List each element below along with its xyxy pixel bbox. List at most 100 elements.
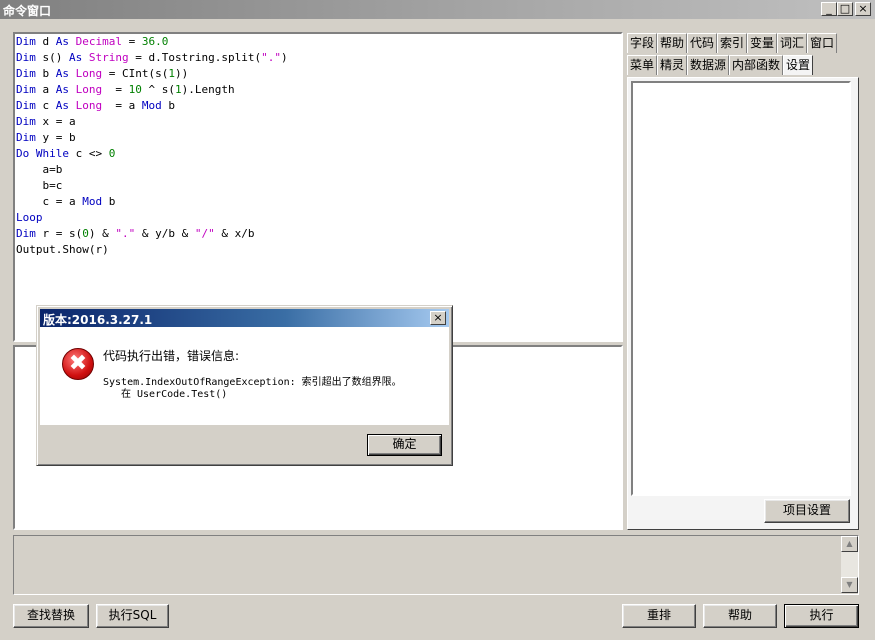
code-token: )) (174, 67, 189, 80)
code-token: Decimal (75, 35, 122, 48)
tab-index[interactable]: 索引 (717, 33, 748, 53)
tab-window[interactable]: 窗口 (807, 33, 838, 53)
code-token: b=c (16, 179, 63, 192)
code-token: As (55, 83, 76, 96)
tab-builtin-functions[interactable]: 内部函数 (729, 55, 784, 75)
code-token: 0 (108, 147, 116, 160)
code-token: = a (102, 99, 142, 112)
tab-fields[interactable]: 字段 (627, 33, 658, 53)
code-token: = (102, 83, 129, 96)
rearrange-button[interactable]: 重排 (622, 604, 696, 628)
code-token: Dim (16, 131, 43, 144)
code-token: Dim (16, 83, 43, 96)
code-token: = d.Tostring.split( (128, 51, 262, 64)
code-token: 0 (82, 227, 89, 240)
error-icon: ✖ (62, 348, 94, 380)
code-token: b (102, 195, 116, 208)
code-line[interactable]: c = a Mod b (16, 194, 115, 210)
code-line[interactable]: Dim r = s(0) & "." & y/b & "/" & x/b (16, 226, 254, 242)
minimize-button[interactable]: _ (821, 2, 837, 16)
tab-code[interactable]: 代码 (687, 33, 718, 53)
tab-help[interactable]: 帮助 (657, 33, 688, 53)
code-token: Mod (141, 99, 162, 112)
dialog-titlebar[interactable]: 版本:2016.3.27.1 × (40, 309, 449, 327)
code-token: d (42, 35, 56, 48)
project-settings-button[interactable]: 项目设置 (764, 499, 850, 523)
help-button[interactable]: 帮助 (703, 604, 777, 628)
code-line[interactable]: Dim c As Long = a Mod b (16, 98, 175, 114)
code-token: As (55, 67, 76, 80)
scroll-up-icon[interactable]: ▲ (841, 536, 858, 552)
code-line[interactable]: Output.Show(r) (16, 242, 109, 258)
code-token: s() (42, 51, 69, 64)
code-token: Long (75, 67, 103, 80)
code-token: r = s( (42, 227, 83, 240)
tab-wizard[interactable]: 精灵 (657, 55, 688, 75)
code-token: Loop (16, 211, 43, 224)
code-token: & y/b & (135, 227, 195, 240)
code-token: Long (75, 83, 103, 96)
code-line[interactable]: Dim a As Long = 10 ^ s(1).Length (16, 82, 235, 98)
settings-list[interactable] (631, 81, 851, 496)
code-line[interactable]: Loop (16, 210, 43, 226)
error-message-title: 代码执行出错，错误信息: (103, 349, 240, 363)
code-token: = CInt(s( (102, 67, 169, 80)
code-line[interactable]: Do While c <> 0 (16, 146, 115, 162)
code-token: 1 (168, 67, 175, 80)
code-token: "." (115, 227, 136, 240)
code-line[interactable]: Dim x = a (16, 114, 76, 130)
scroll-down-icon[interactable]: ▼ (841, 577, 858, 593)
message-scrollbar[interactable]: ▲ ▼ (841, 536, 858, 593)
tab-vocabulary[interactable]: 词汇 (777, 33, 808, 53)
code-token: As (55, 99, 76, 112)
code-token: 1 (175, 83, 182, 96)
message-box[interactable] (13, 535, 859, 595)
code-token: y = b (42, 131, 76, 144)
code-line[interactable]: Dim y = b (16, 130, 76, 146)
code-token: ) (280, 51, 288, 64)
close-button[interactable]: × (855, 2, 871, 16)
run-sql-button[interactable]: 执行SQL (96, 604, 169, 628)
tab-menu[interactable]: 菜单 (627, 55, 658, 75)
tab-variables[interactable]: 变量 (747, 33, 778, 53)
code-line[interactable]: Dim s() As String = d.Tostring.split("."… (16, 50, 288, 66)
execute-button[interactable]: 执行 (784, 604, 859, 628)
code-editor[interactable]: Dim d As Decimal = 36.0 Dim s() As String… (15, 34, 621, 340)
error-icon-glyph: ✖ (68, 351, 88, 376)
code-token: x = a (42, 115, 76, 128)
dialog-body: ✖ 代码执行出错，错误信息: System.IndexOutOfRangeExc… (40, 327, 449, 425)
code-token: ) & (88, 227, 116, 240)
code-token: Dim (16, 35, 43, 48)
dialog-close-button[interactable]: × (430, 311, 446, 325)
code-token: 36.0 (141, 35, 169, 48)
code-token: a (42, 83, 56, 96)
code-token: As (55, 35, 76, 48)
code-token: Dim (16, 99, 43, 112)
code-token: & x/b (214, 227, 255, 240)
code-token: c (42, 99, 56, 112)
code-token: ).Length (181, 83, 235, 96)
code-token: "." (261, 51, 281, 64)
code-token: Dim (16, 67, 43, 80)
find-replace-button[interactable]: 查找替换 (13, 604, 89, 628)
code-token: Mod (82, 195, 103, 208)
window-titlebar[interactable]: 命令窗口 _ □ × (0, 0, 875, 19)
code-line[interactable]: Dim d As Decimal = 36.0 (16, 34, 168, 50)
code-token: ^ s( (141, 83, 175, 96)
code-line[interactable]: Dim b As Long = CInt(s(1)) (16, 66, 188, 82)
dialog-title: 版本:2016.3.27.1 (43, 313, 153, 327)
code-token: 10 (128, 83, 142, 96)
tab-datasource[interactable]: 数据源 (687, 55, 730, 75)
code-token: c <> (68, 147, 109, 160)
maximize-button[interactable]: □ (837, 2, 853, 16)
code-token: Dim (16, 227, 43, 240)
ok-button[interactable]: 确定 (367, 434, 442, 456)
code-line[interactable]: a=b (16, 162, 62, 178)
tab-settings[interactable]: 设置 (783, 55, 814, 75)
code-token: String (88, 51, 129, 64)
error-dialog: 版本:2016.3.27.1 × ✖ 代码执行出错，错误信息: System.I… (36, 305, 453, 466)
code-token: Do While (16, 147, 69, 160)
code-token: Long (75, 99, 103, 112)
code-token: c = a (16, 195, 83, 208)
code-line[interactable]: b=c (16, 178, 62, 194)
